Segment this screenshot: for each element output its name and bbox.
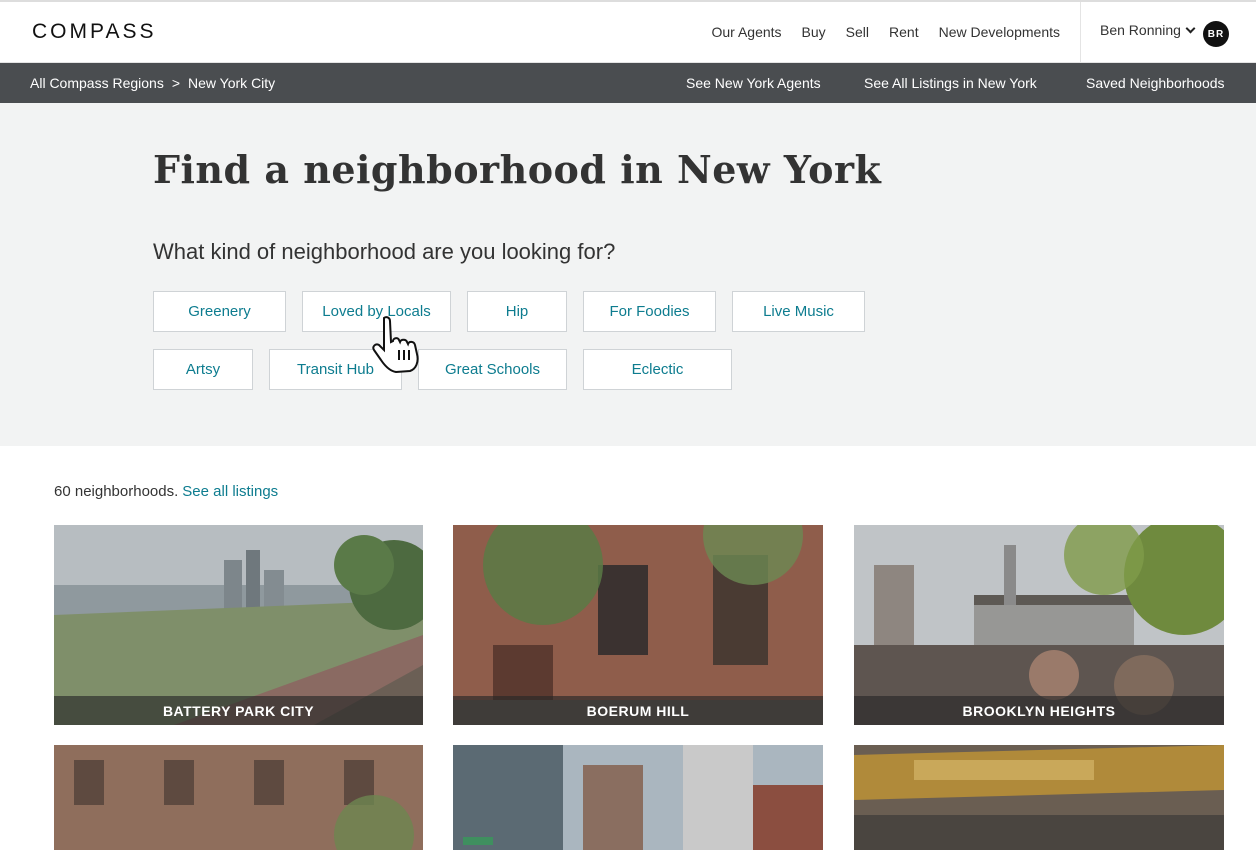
tag-greenery[interactable]: Greenery (153, 291, 286, 332)
breadcrumb-new-york-city[interactable]: New York City (188, 75, 275, 91)
top-bar: COMPASS Our Agents Buy Sell Rent New Dev… (0, 0, 1256, 64)
tag-eclectic[interactable]: Eclectic (583, 349, 732, 390)
user-menu[interactable]: Ben Ronning (1100, 22, 1196, 38)
nav-divider (1080, 2, 1081, 64)
sub-nav-bar: All Compass Regions > New York City See … (0, 63, 1256, 103)
nav-our-agents[interactable]: Our Agents (712, 24, 782, 40)
nav-buy[interactable]: Buy (802, 24, 826, 40)
breadcrumb-all-regions[interactable]: All Compass Regions (30, 75, 164, 91)
see-listings-link[interactable]: See All Listings in New York (864, 75, 1037, 91)
chevron-down-icon (1185, 23, 1196, 33)
tag-live-music[interactable]: Live Music (732, 291, 865, 332)
tag-for-foodies[interactable]: For Foodies (583, 291, 716, 332)
neighborhood-name: BATTERY PARK CITY (54, 696, 423, 725)
nav-new-developments[interactable]: New Developments (939, 24, 1060, 40)
neighborhood-count: 60 neighborhoods. (54, 483, 179, 500)
tag-artsy[interactable]: Artsy (153, 349, 253, 390)
avatar[interactable]: BR (1203, 21, 1229, 47)
compass-logo[interactable]: COMPASS (32, 20, 156, 44)
neighborhood-card-battery-park-city[interactable]: BATTERY PARK CITY (54, 525, 423, 725)
neighborhood-photo (854, 745, 1224, 850)
see-agents-link[interactable]: See New York Agents (686, 75, 821, 91)
nav-rent[interactable]: Rent (889, 24, 919, 40)
neighborhood-name: BOERUM HILL (453, 696, 823, 725)
neighborhood-card[interactable] (54, 745, 423, 850)
tag-great-schools[interactable]: Great Schools (418, 349, 567, 390)
neighborhood-card[interactable] (453, 745, 823, 850)
neighborhood-photo (453, 745, 823, 850)
see-all-listings-link[interactable]: See all listings (182, 483, 278, 500)
results-count: 60 neighborhoods. See all listings (54, 483, 278, 500)
neighborhood-card-brooklyn-heights[interactable]: BROOKLYN HEIGHTS (854, 525, 1224, 725)
tag-hip[interactable]: Hip (467, 291, 567, 332)
page-title: Find a neighborhood in New York (153, 147, 882, 192)
neighborhood-question: What kind of neighborhood are you lookin… (153, 239, 616, 264)
neighborhood-card[interactable] (854, 745, 1224, 850)
nav-sell[interactable]: Sell (846, 24, 869, 40)
breadcrumb: All Compass Regions > New York City (30, 75, 275, 91)
hand-cursor-icon (372, 316, 419, 374)
user-name: Ben Ronning (1100, 22, 1181, 38)
neighborhood-photo (54, 745, 423, 850)
hero-section: Find a neighborhood in New York What kin… (0, 103, 1256, 446)
battery-park-photo (54, 525, 423, 725)
boerum-hill-photo (453, 525, 823, 725)
neighborhood-name: BROOKLYN HEIGHTS (854, 696, 1224, 725)
main-nav: Our Agents Buy Sell Rent New Development… (712, 24, 1061, 40)
saved-neighborhoods-link[interactable]: Saved Neighborhoods (1086, 75, 1225, 91)
breadcrumb-separator: > (171, 75, 181, 91)
neighborhood-card-boerum-hill[interactable]: BOERUM HILL (453, 525, 823, 725)
brooklyn-heights-photo (854, 525, 1224, 725)
